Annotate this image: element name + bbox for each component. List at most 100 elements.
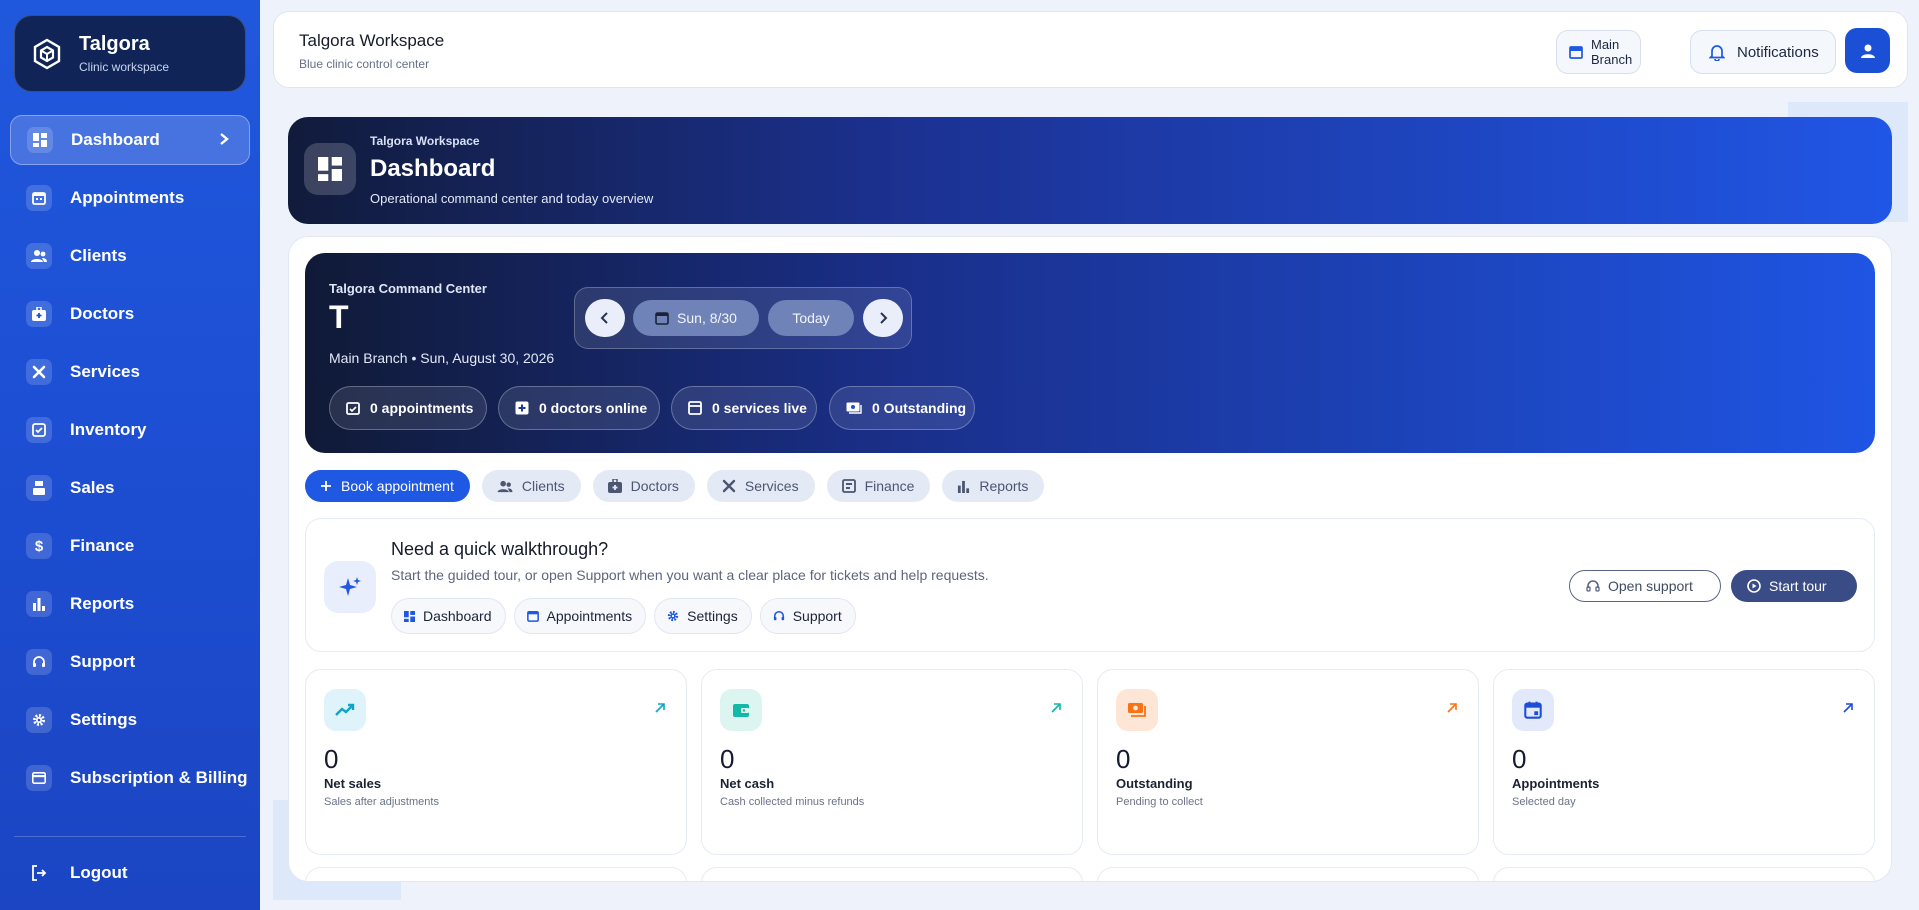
command-subtitle: Main Branch • Sun, August 30, 2026 xyxy=(329,350,555,366)
stat-doctors-online: 0 doctors online xyxy=(498,386,660,430)
kpi-card-outstanding[interactable]: 0 Outstanding Pending to collect xyxy=(1097,669,1479,855)
headset-icon xyxy=(1586,579,1608,593)
kpi-subtitle: Cash collected minus refunds xyxy=(720,796,865,808)
brand-card[interactable]: Talgora Clinic workspace xyxy=(14,15,246,92)
gear-icon xyxy=(26,707,52,733)
chip-support[interactable]: Support xyxy=(759,598,856,634)
arrow-up-right-icon xyxy=(654,702,666,714)
stat-label: 0 services live xyxy=(712,400,807,416)
credit-card-icon xyxy=(26,765,52,791)
reports-icon xyxy=(957,480,979,493)
sidebar-item-label: Sales xyxy=(70,478,115,497)
sales-icon xyxy=(26,475,52,501)
bell-icon xyxy=(1709,43,1725,61)
dollar-icon: $ xyxy=(26,533,52,559)
stat-label: 0 doctors online xyxy=(539,400,648,416)
kpi-card-net-cash[interactable]: 0 Net cash Cash collected minus refunds xyxy=(701,669,1083,855)
chip-settings[interactable]: Settings xyxy=(654,598,752,634)
sidebar-nav: Dashboard Appointments Clients Doctors S… xyxy=(10,115,250,811)
services-shortcut-button[interactable]: Services xyxy=(706,470,815,502)
kpi-card-net-sales[interactable]: 0 Net sales Sales after adjustments xyxy=(305,669,687,855)
chip-label: Dashboard xyxy=(423,608,492,624)
doctors-icon xyxy=(607,479,631,493)
arrow-up-right-icon xyxy=(1446,702,1458,714)
kpi-value: 0 xyxy=(1512,744,1527,774)
chevron-right-icon xyxy=(878,311,888,325)
secondary-card xyxy=(1493,867,1875,881)
calendar-icon xyxy=(26,185,52,211)
kpi-subtitle: Sales after adjustments xyxy=(324,796,439,808)
plus-icon xyxy=(320,480,341,492)
sidebar-item-doctors[interactable]: Doctors xyxy=(10,289,250,339)
secondary-card xyxy=(1097,867,1479,881)
previous-day-button[interactable] xyxy=(585,299,625,337)
sparkles-icon xyxy=(324,561,376,613)
sidebar-item-support[interactable]: Support xyxy=(10,637,250,687)
sidebar-item-subscription-billing[interactable]: Subscription & Billing xyxy=(10,753,250,803)
stat-outstanding: 0 Outstanding xyxy=(829,386,975,430)
sidebar-item-reports[interactable]: Reports xyxy=(10,579,250,629)
avatar[interactable] xyxy=(1845,28,1890,73)
sidebar: Talgora Clinic workspace Dashboard Appoi… xyxy=(0,0,260,910)
top-bar: Talgora Workspace Blue clinic control ce… xyxy=(273,11,1908,88)
sidebar-item-label: Doctors xyxy=(70,304,135,323)
sidebar-item-services[interactable]: Services xyxy=(10,347,250,397)
kpi-card-appointments[interactable]: 0 Appointments Selected day xyxy=(1493,669,1875,855)
stat-appointments: 0 appointments xyxy=(329,386,487,430)
reports-shortcut-button[interactable]: Reports xyxy=(942,470,1045,502)
medical-bag-icon xyxy=(26,301,52,327)
logout-button[interactable]: Logout xyxy=(10,848,250,898)
clients-icon xyxy=(497,480,522,493)
kpi-subtitle: Pending to collect xyxy=(1116,796,1203,808)
date-picker-button[interactable]: Sun, 8/30 xyxy=(633,300,759,336)
sidebar-item-dashboard[interactable]: Dashboard xyxy=(10,115,250,165)
chip-dashboard[interactable]: Dashboard xyxy=(391,598,506,634)
book-appointment-button[interactable]: Book appointment xyxy=(305,470,470,502)
date-navigator: Sun, 8/30 Today xyxy=(574,287,912,349)
page-eyebrow: Talgora Workspace xyxy=(370,134,480,148)
sidebar-item-appointments[interactable]: Appointments xyxy=(10,173,250,223)
clients-shortcut-button[interactable]: Clients xyxy=(481,470,581,502)
kpi-label: Net sales xyxy=(324,776,382,791)
today-button[interactable]: Today xyxy=(768,300,854,336)
next-day-button[interactable] xyxy=(863,299,903,337)
date-label: Sun, 8/30 xyxy=(677,310,737,326)
workspace-subtitle: Blue clinic control center xyxy=(299,57,430,71)
tools-icon xyxy=(26,359,52,385)
open-support-label: Open support xyxy=(1608,578,1693,594)
finance-icon xyxy=(841,479,865,493)
sidebar-item-label: Dashboard xyxy=(71,130,160,149)
dashboard-icon xyxy=(404,610,423,622)
gear-icon xyxy=(667,610,687,622)
doctors-shortcut-button[interactable]: Doctors xyxy=(592,470,695,502)
kpi-value: 0 xyxy=(720,744,735,774)
notifications-button[interactable]: Notifications xyxy=(1690,30,1836,74)
brand-name: Talgora xyxy=(79,33,150,55)
branch-label: Main Branch xyxy=(1591,37,1633,67)
sidebar-item-inventory[interactable]: Inventory xyxy=(10,405,250,455)
chip-appointments[interactable]: Appointments xyxy=(513,598,647,634)
talgora-logo-icon xyxy=(31,38,63,70)
page-subtitle: Operational command center and today ove… xyxy=(370,191,654,206)
sidebar-divider xyxy=(14,836,246,837)
sidebar-item-clients[interactable]: Clients xyxy=(10,231,250,281)
store-icon xyxy=(1569,45,1583,59)
kpi-subtitle: Selected day xyxy=(1512,796,1576,808)
medical-plus-icon xyxy=(515,401,539,415)
arrow-up-right-icon xyxy=(1050,702,1062,714)
people-icon xyxy=(26,243,52,269)
walkthrough-chips: Dashboard Appointments Settings Support xyxy=(391,598,864,634)
start-tour-button[interactable]: Start tour xyxy=(1731,570,1857,602)
stat-label: 0 Outstanding xyxy=(872,400,967,416)
branch-selector[interactable]: Main Branch xyxy=(1556,30,1641,74)
sidebar-item-settings[interactable]: Settings xyxy=(10,695,250,745)
walkthrough-card: Need a quick walkthrough? Start the guid… xyxy=(305,518,1875,652)
open-support-button[interactable]: Open support xyxy=(1569,570,1721,602)
user-icon xyxy=(1860,43,1876,59)
sidebar-item-sales[interactable]: Sales xyxy=(10,463,250,513)
sidebar-item-finance[interactable]: $ Finance xyxy=(10,521,250,571)
box-icon xyxy=(688,401,712,415)
today-label: Today xyxy=(792,310,830,326)
sidebar-item-label: Finance xyxy=(70,536,135,555)
finance-shortcut-button[interactable]: Finance xyxy=(826,470,931,502)
